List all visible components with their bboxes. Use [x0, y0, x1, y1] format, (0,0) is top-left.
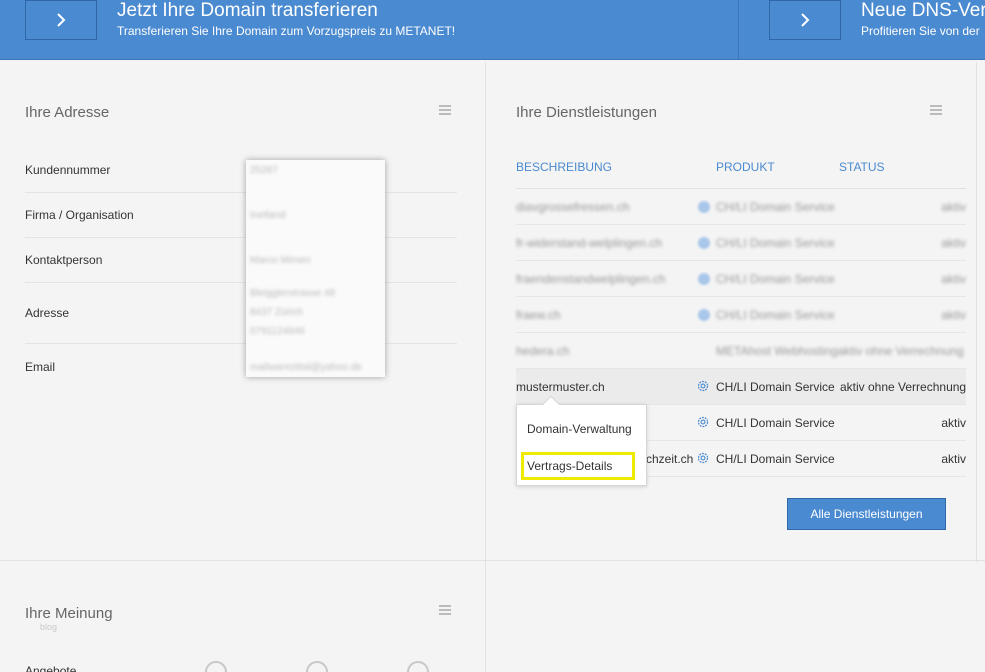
service-product: CH/LI Domain Service — [716, 236, 835, 250]
label-email: Email — [25, 360, 56, 374]
dns-arrow-button[interactable] — [769, 0, 841, 40]
rating-row-label: Angebote — [25, 664, 77, 672]
table-row[interactable]: diavgrossefressen.ch CH/LI Domain Servic… — [516, 189, 966, 225]
gear-icon[interactable] — [698, 273, 710, 285]
label-adresse: Adresse — [25, 306, 70, 320]
smiley-icon[interactable] — [306, 661, 328, 672]
service-product: CH/LI Domain Service — [716, 380, 835, 394]
service-status: aktiv ohne Verrechnung — [840, 380, 967, 394]
service-name: diavgrossefressen.ch — [516, 200, 630, 214]
menu-item-vertrags-details[interactable]: Vertrags-Details — [527, 459, 612, 473]
service-product: CH/LI Domain Service — [716, 452, 835, 466]
menu-item-domain-verwaltung[interactable]: Domain-Verwaltung — [527, 422, 632, 436]
banner-title-dns[interactable]: Neue DNS-Verw — [861, 0, 985, 22]
gear-icon[interactable] — [696, 451, 710, 465]
chevron-right-icon — [801, 13, 810, 27]
service-name: hedera.ch — [516, 344, 570, 358]
hamburger-menu-icon[interactable] — [930, 105, 942, 115]
panel-separator — [0, 560, 985, 561]
service-name: fraendenstandwelplingen.ch — [516, 272, 666, 286]
banner-title-transfer[interactable]: Jetzt Ihre Domain transferieren — [117, 0, 378, 22]
redacted-value: Bleigglerstrasse 48 — [250, 288, 336, 299]
service-product: CH/LI Domain Service — [716, 308, 835, 322]
service-product: CH/LI Domain Service — [716, 416, 835, 430]
label-firma: Firma / Organisation — [25, 208, 134, 222]
service-product: CH/LI Domain Service — [716, 272, 835, 286]
row-divider — [25, 282, 457, 283]
smiley-icon[interactable] — [205, 661, 227, 672]
service-status: aktiv — [941, 200, 966, 214]
panel-separator — [976, 62, 977, 562]
service-product: METAhost Webhostingaktiv ohne Verrechnun… — [716, 344, 964, 358]
opinion-panel-title: Ihre Meinung — [25, 605, 113, 622]
table-row[interactable]: fr-widerstand-welplingen.ch CH/LI Domain… — [516, 225, 966, 261]
label-kundennummer: Kundennummer — [25, 163, 111, 177]
column-header-status[interactable]: STATUS — [839, 160, 885, 174]
service-status: aktiv — [941, 272, 966, 286]
banner-subtitle-transfer: Transferieren Sie Ihre Domain zum Vorzug… — [117, 24, 456, 38]
table-row[interactable]: fraew.ch CH/LI Domain Service aktiv — [516, 297, 966, 333]
promo-banner: Jetzt Ihre Domain transferieren Transfer… — [0, 0, 985, 60]
column-header-product[interactable]: PRODUKT — [716, 160, 775, 174]
gear-icon[interactable] — [698, 309, 710, 321]
redacted-address-values: 25287 Inetland Marco Mimen Bleigglerstra… — [246, 160, 385, 377]
services-panel-title: Ihre Dienstleistungen — [516, 104, 657, 121]
panel-separator — [485, 62, 486, 672]
all-services-button[interactable]: Alle Dienstleistungen — [787, 498, 946, 530]
service-name: chzeit.ch — [646, 452, 694, 466]
gear-icon[interactable] — [696, 379, 710, 393]
chevron-right-icon — [57, 13, 66, 27]
gear-icon[interactable] — [698, 201, 710, 213]
service-status: aktiv — [941, 308, 966, 322]
redacted-value: mailwarezittal@yahoo.de — [250, 362, 362, 373]
gear-icon[interactable] — [698, 237, 710, 249]
service-status: aktiv — [941, 236, 966, 250]
address-panel-title: Ihre Adresse — [25, 104, 110, 121]
hamburger-menu-icon[interactable] — [439, 605, 451, 615]
row-divider — [25, 343, 457, 344]
row-context-menu: Domain-Verwaltung Vertrags-Details — [516, 395, 647, 486]
redacted-value: 0791124846 — [250, 326, 305, 337]
watermark-text: blog — [40, 622, 58, 632]
service-name: fr-widerstand-welplingen.ch — [516, 236, 663, 250]
hamburger-menu-icon[interactable] — [439, 105, 451, 115]
table-row[interactable]: fraendenstandwelplingen.ch CH/LI Domain … — [516, 261, 966, 297]
service-status: aktiv — [941, 416, 966, 430]
row-divider — [25, 237, 457, 238]
column-header-description[interactable]: BESCHREIBUNG — [516, 160, 612, 174]
redacted-value: Marco Mimen — [250, 255, 311, 266]
redacted-value: Inetland — [250, 210, 286, 221]
service-status: aktiv — [941, 452, 966, 466]
service-name: mustermuster.ch — [516, 380, 605, 394]
service-name: fraew.ch — [516, 308, 561, 322]
service-product: CH/LI Domain Service — [716, 200, 835, 214]
row-divider — [25, 192, 457, 193]
label-kontaktperson: Kontaktperson — [25, 253, 103, 267]
banner-subtitle-dns: Profitieren Sie von der — [861, 24, 980, 38]
table-row[interactable]: hedera.ch METAhost Webhostingaktiv ohne … — [516, 333, 966, 369]
redacted-value: 25287 — [250, 165, 278, 176]
redacted-value: 8437 Zürich — [250, 307, 303, 318]
table-row[interactable]: mustermuster.ch CH/LI Domain Service akt… — [516, 369, 966, 405]
gear-icon[interactable] — [696, 415, 710, 429]
domain-transfer-arrow-button[interactable] — [25, 0, 97, 40]
smiley-icon[interactable] — [407, 661, 429, 672]
banner-divider — [738, 0, 739, 59]
